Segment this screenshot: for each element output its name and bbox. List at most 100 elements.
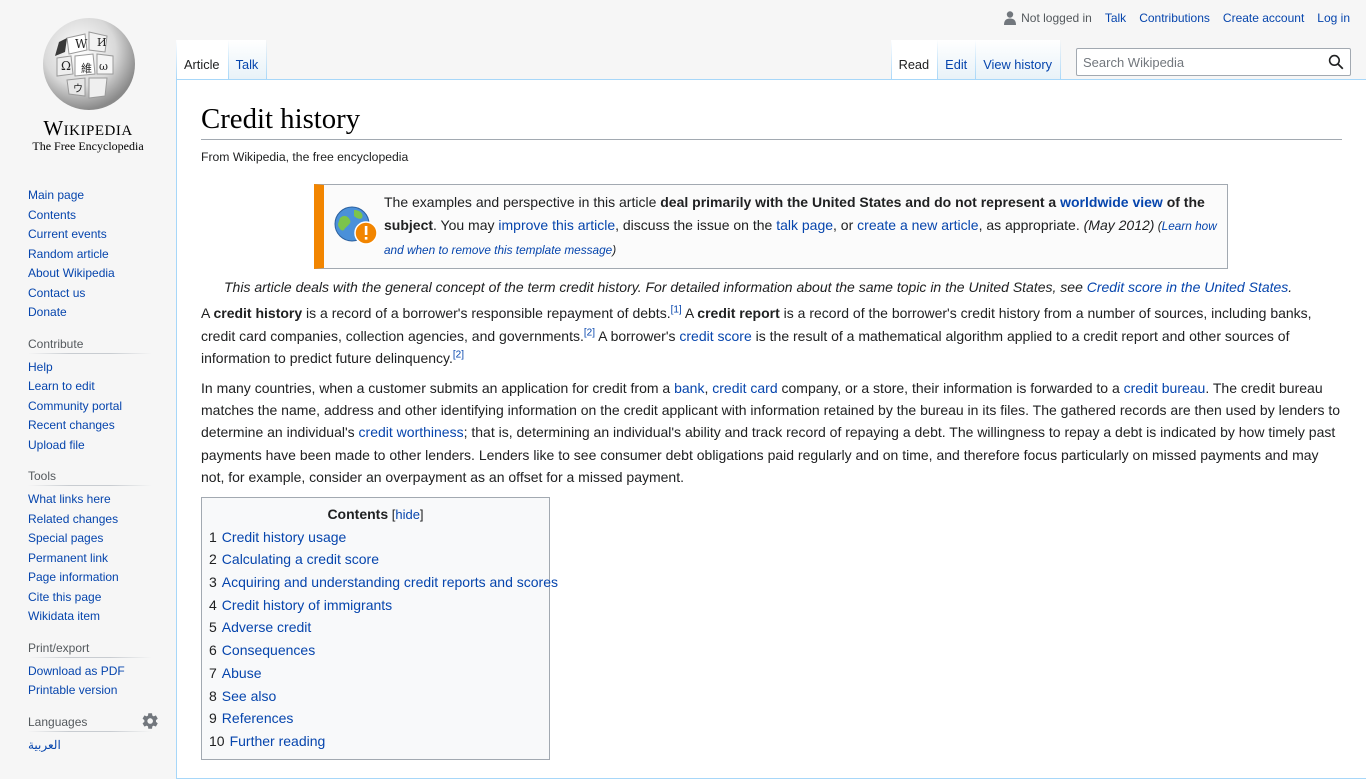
toc-item[interactable]: 8 See also	[209, 685, 542, 708]
site-subtitle: From Wikipedia, the free encyclopedia	[201, 150, 409, 165]
sidebar-nav-link[interactable]: Random article	[28, 247, 109, 261]
toc-label: Credit history usage	[221, 528, 347, 545]
toc-item[interactable]: 7 Abuse	[209, 662, 542, 685]
sidebar-tools-link[interactable]: Permanent link	[28, 551, 108, 565]
svg-text:И: И	[97, 36, 107, 49]
sidebar-tools-link[interactable]: Special pages	[28, 531, 103, 545]
toc-link[interactable]: 10 Further reading	[209, 733, 325, 749]
sidebar-contribute-link[interactable]: Recent changes	[28, 418, 115, 432]
credit-score-link[interactable]: credit score	[679, 328, 751, 344]
tab-article[interactable]: Article	[176, 40, 228, 80]
create-account-link[interactable]: Create account	[1223, 11, 1304, 25]
user-talk-link[interactable]: Talk	[1105, 11, 1126, 25]
personal-tools: Not logged in Talk Contributions Create …	[1004, 11, 1350, 25]
login-link[interactable]: Log in	[1317, 11, 1350, 25]
sidebar-print-link[interactable]: Printable version	[28, 683, 117, 697]
toc-link[interactable]: 8 See also	[209, 688, 276, 704]
toc-item[interactable]: 2 Calculating a credit score	[209, 548, 542, 571]
toc-item[interactable]: 3 Acquiring and understanding credit repo…	[209, 571, 558, 594]
puzzle-globe-icon: W Ω И ω 維 ウ	[43, 18, 135, 110]
sidebar-nav-link[interactable]: Current events	[28, 227, 107, 241]
sidebar-nav-link[interactable]: About Wikipedia	[28, 266, 115, 280]
sidebar-language-link[interactable]: العربية	[28, 738, 61, 752]
gear-icon[interactable]	[142, 712, 158, 729]
search-icon[interactable]	[1328, 54, 1344, 70]
toc-link[interactable]: 7 Abuse	[209, 665, 262, 681]
toc-link[interactable]: 9 References	[209, 710, 293, 726]
toc-item[interactable]: 10 Further reading	[209, 730, 542, 753]
toc-link[interactable]: 3 Acquiring and understanding credit repo…	[209, 574, 558, 590]
toc-item[interactable]: 5 Adverse credit	[209, 616, 542, 639]
toc-link[interactable]: 5 Adverse credit	[209, 619, 311, 635]
sidebar-contribute-link[interactable]: Upload file	[28, 438, 85, 452]
sidebar-tools-link[interactable]: What links here	[28, 492, 111, 506]
sidebar-tools-link[interactable]: Cite this page	[28, 590, 101, 604]
sidebar-print-link[interactable]: Download as PDF	[28, 664, 125, 678]
sidebar-tools-item: Special pages	[28, 529, 152, 549]
sidebar-contribute-link[interactable]: Learn to edit	[28, 379, 95, 393]
credit-score-us-link[interactable]: Credit score in the United States	[1087, 279, 1289, 295]
languages-heading: Languages	[28, 714, 152, 732]
sidebar-contribute-link[interactable]: Help	[28, 360, 53, 374]
reference-link[interactable]: [2]	[453, 350, 464, 361]
sidebar-contribute-link[interactable]: Community portal	[28, 399, 122, 413]
reference-link[interactable]: [2]	[584, 327, 595, 338]
tab-view-history-label: View history	[983, 57, 1052, 72]
sidebar-contribute-item: Learn to edit	[28, 377, 152, 397]
sidebar-nav-link[interactable]: Donate	[28, 305, 67, 319]
sidebar-tools-link[interactable]: Related changes	[28, 512, 118, 526]
create-article-link[interactable]: create a new article	[857, 217, 978, 233]
toc-link[interactable]: 1 Credit history usage	[209, 529, 346, 545]
toc-number: 9	[209, 710, 217, 727]
sidebar-nav-link[interactable]: Contents	[28, 208, 76, 222]
toc-number: 4	[209, 596, 217, 613]
sidebar-nav-link[interactable]: Main page	[28, 188, 84, 202]
contributions-link[interactable]: Contributions	[1139, 11, 1210, 25]
toc-number: 1	[209, 528, 217, 545]
reference-link[interactable]: [1]	[671, 305, 682, 316]
notice-part: , or	[833, 217, 858, 234]
sidebar-tools-link[interactable]: Wikidata item	[28, 609, 100, 623]
tab-view-history[interactable]: View history	[975, 40, 1060, 80]
toc-label: Acquiring and understanding credit repor…	[221, 574, 558, 591]
toc-hide-link[interactable]: hide	[395, 507, 420, 522]
credit-worthiness-link[interactable]: credit worthiness	[359, 424, 464, 440]
sidebar-tools-link[interactable]: Page information	[28, 570, 119, 584]
not-logged-in-label: Not logged in	[1021, 11, 1092, 25]
paragraph-2: In many countries, when a customer submi…	[201, 377, 1342, 489]
bank-link[interactable]: bank	[674, 380, 704, 396]
toc-link[interactable]: 6 Consequences	[209, 642, 315, 658]
languages-portal: Languages العربية	[28, 712, 158, 756]
text: In many countries, when a customer submi…	[201, 379, 675, 396]
toc-item[interactable]: 4 Credit history of immigrants	[209, 594, 542, 617]
tab-read[interactable]: Read	[890, 40, 938, 80]
search-input[interactable]	[1077, 49, 1317, 75]
print-portal: Print/export Download as PDF Printable ve…	[28, 640, 152, 701]
tab-talk[interactable]: Talk	[227, 40, 267, 80]
improve-article-link[interactable]: improve this article	[498, 217, 615, 233]
notice-part: , as appropriate.	[978, 217, 1084, 234]
talk-page-link[interactable]: talk page	[776, 217, 833, 233]
notice-part: The examples and perspective in this art…	[384, 194, 661, 211]
sidebar-nav-link[interactable]: Contact us	[28, 286, 85, 300]
view-tabs: Read Edit View history	[890, 40, 1061, 80]
toc-label: Consequences	[221, 642, 316, 659]
search-box	[1076, 48, 1351, 76]
toc-number: 6	[209, 642, 217, 659]
sidebar-language-item: العربية	[28, 736, 152, 756]
hatnote: This article deals with the general conc…	[224, 279, 1342, 295]
toc-item[interactable]: 1 Credit history usage	[209, 526, 542, 549]
wikipedia-logo[interactable]: W Ω И ω 維 ウ Wikipedia The Free Encyclope…	[0, 0, 176, 160]
sidebar-contribute-item: Help	[28, 358, 152, 378]
text: A borrower's	[595, 327, 680, 344]
credit-card-link[interactable]: credit card	[712, 380, 777, 396]
toc-item[interactable]: 6 Consequences	[209, 639, 542, 662]
tab-edit[interactable]: Edit	[937, 40, 976, 80]
credit-bureau-link[interactable]: credit bureau	[1124, 380, 1206, 396]
toc-label: Further reading	[229, 733, 326, 749]
toc-link[interactable]: 2 Calculating a credit score	[209, 551, 379, 567]
tab-read-label: Read	[898, 57, 930, 72]
toc-item[interactable]: 9 References	[209, 707, 542, 730]
toc-link[interactable]: 4 Credit history of immigrants	[209, 597, 392, 613]
worldwide-view-link[interactable]: worldwide view	[1060, 194, 1163, 210]
